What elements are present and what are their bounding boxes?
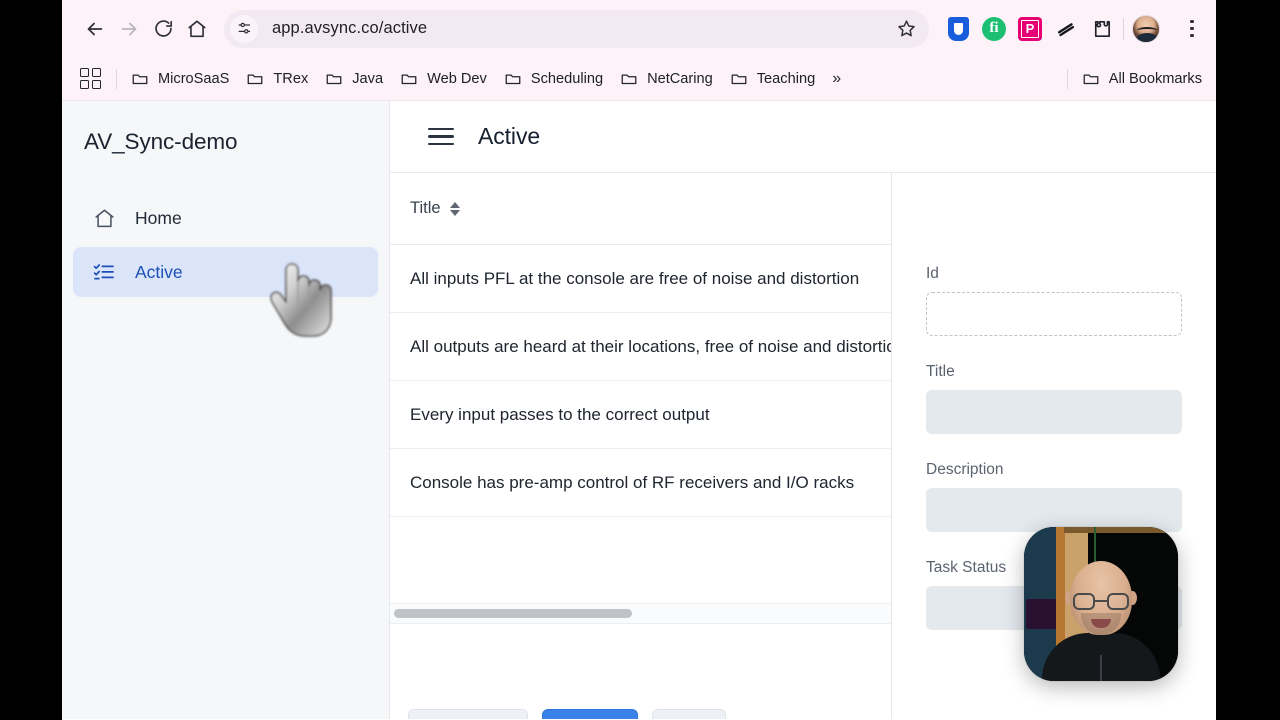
forward-button[interactable]: [112, 12, 146, 46]
address-bar[interactable]: app.avsync.co/active: [224, 9, 929, 48]
bookmark-scheduling[interactable]: Scheduling: [504, 70, 603, 88]
bookmarks-bar: MicroSaaS TRex Java Web Dev Scheduling N…: [62, 57, 1216, 101]
home-button[interactable]: [180, 12, 214, 46]
bitwarden-extension-icon[interactable]: [945, 16, 971, 42]
sidebar-item-label: Active: [135, 261, 183, 282]
id-input[interactable]: [926, 292, 1182, 336]
app-sidebar: AV_Sync-demo Home Active: [62, 101, 390, 719]
extensions-puzzle-icon[interactable]: [1089, 16, 1115, 42]
row-title: Every input passes to the correct output: [410, 404, 710, 424]
next-button[interactable]: Next: [652, 709, 726, 719]
field-description: Description: [926, 461, 1182, 532]
field-title: Title: [926, 363, 1182, 434]
all-bookmarks-button[interactable]: All Bookmarks: [1082, 70, 1202, 88]
pip-bg-tv: [1026, 599, 1056, 629]
scribble-extension-icon[interactable]: [1053, 16, 1079, 42]
bookmarks-divider: [116, 68, 117, 89]
webcam-picture-in-picture[interactable]: [1024, 527, 1178, 681]
bookmark-web-dev[interactable]: Web Dev: [400, 70, 487, 88]
browser-toolbar: app.avsync.co/active fi P: [62, 0, 1216, 57]
back-button[interactable]: [78, 12, 112, 46]
folder-icon: [504, 70, 522, 88]
field-label: Id: [926, 265, 939, 282]
folder-icon: [620, 70, 638, 88]
profile-avatar[interactable]: [1132, 14, 1160, 43]
column-header-label: Title: [410, 199, 441, 217]
table-header-row: Title: [390, 173, 891, 245]
column-header-title[interactable]: Title: [410, 199, 460, 218]
folder-icon: [131, 70, 149, 88]
field-label: Description: [926, 461, 1004, 478]
bookmark-trex[interactable]: TRex: [246, 70, 308, 88]
bookmark-microsaas[interactable]: MicroSaaS: [131, 70, 229, 88]
bookmark-label: Teaching: [756, 70, 816, 87]
table-row[interactable]: Console has pre-amp control of RF receiv…: [390, 449, 891, 517]
letterbox-right: [1216, 0, 1280, 720]
bookmarks-divider-right: [1066, 68, 1068, 89]
task-table-panel: Title All inputs PFL at the console are …: [390, 173, 892, 719]
apps-grid-icon[interactable]: [80, 67, 102, 90]
bookmark-netcaring[interactable]: NetCaring: [620, 70, 713, 88]
table-row[interactable]: All outputs are heard at their locations…: [390, 313, 891, 381]
scrollbar-thumb[interactable]: [394, 608, 632, 618]
bookmark-label: NetCaring: [647, 70, 713, 87]
field-id: Id: [926, 265, 1182, 336]
hamburger-menu-icon[interactable]: [428, 127, 454, 146]
fiverr-extension-icon[interactable]: fi: [981, 16, 1007, 42]
app-header: Active: [390, 101, 1216, 173]
url-text[interactable]: app.avsync.co/active: [272, 19, 891, 38]
horizontal-scrollbar[interactable]: [390, 602, 891, 623]
folder-icon: [325, 70, 343, 88]
bookmark-label: Web Dev: [427, 70, 487, 87]
table-row[interactable]: Every input passes to the correct output: [390, 381, 891, 449]
sort-updown-icon[interactable]: [449, 201, 460, 216]
row-title: All outputs are heard at their locations…: [410, 336, 891, 356]
page-title: Active: [478, 123, 541, 149]
folder-icon: [1082, 70, 1100, 88]
home-icon: [91, 207, 117, 230]
bookmark-java[interactable]: Java: [325, 70, 383, 88]
bookmark-label: TRex: [273, 70, 309, 87]
all-bookmarks-label: All Bookmarks: [1108, 70, 1202, 87]
bookmarks-overflow-button[interactable]: »: [832, 70, 841, 88]
field-label: Title: [926, 363, 955, 380]
bookmark-label: Scheduling: [530, 70, 604, 87]
table-body: All inputs PFL at the console are free o…: [390, 245, 891, 603]
app-brand-title: AV_Sync-demo: [84, 129, 238, 154]
site-settings-tune-icon[interactable]: [230, 14, 258, 43]
bookmark-label: Java: [352, 70, 384, 87]
screen: app.avsync.co/active fi P MicroSaaS TRex…: [0, 0, 1280, 720]
letterbox-left: [0, 0, 62, 720]
pip-person-glasses: [1073, 593, 1129, 610]
pinterest-extension-icon[interactable]: P: [1017, 16, 1043, 42]
star-icon[interactable]: [891, 14, 921, 44]
three-dot-menu-icon[interactable]: [1180, 19, 1204, 38]
extension-icons: fi P: [939, 16, 1115, 42]
table-footer: Previous Add Next: [390, 622, 891, 719]
add-button[interactable]: Add: [542, 709, 638, 719]
row-title: All inputs PFL at the console are free o…: [410, 268, 860, 288]
all-bookmarks-group: All Bookmarks: [1066, 68, 1202, 89]
description-input[interactable]: [926, 488, 1182, 532]
table-row[interactable]: All inputs PFL at the console are free o…: [390, 245, 891, 313]
bookmark-teaching[interactable]: Teaching: [730, 70, 815, 88]
pip-bg-topbar: [1064, 527, 1178, 533]
folder-icon: [246, 70, 264, 88]
folder-icon: [730, 70, 748, 88]
sidebar-nav: Home Active: [62, 193, 389, 297]
sidebar-item-label: Home: [135, 207, 182, 228]
title-input[interactable]: [926, 390, 1182, 434]
reload-button[interactable]: [146, 12, 180, 46]
row-title: Console has pre-amp control of RF receiv…: [410, 472, 855, 492]
toolbar-divider: [1123, 17, 1124, 40]
sidebar-item-active[interactable]: Active: [73, 247, 378, 297]
folder-icon: [400, 70, 418, 88]
bookmark-label: MicroSaaS: [158, 70, 230, 87]
checklist-icon: [91, 260, 117, 284]
previous-button[interactable]: Previous: [408, 709, 528, 719]
sidebar-item-home[interactable]: Home: [73, 193, 378, 243]
